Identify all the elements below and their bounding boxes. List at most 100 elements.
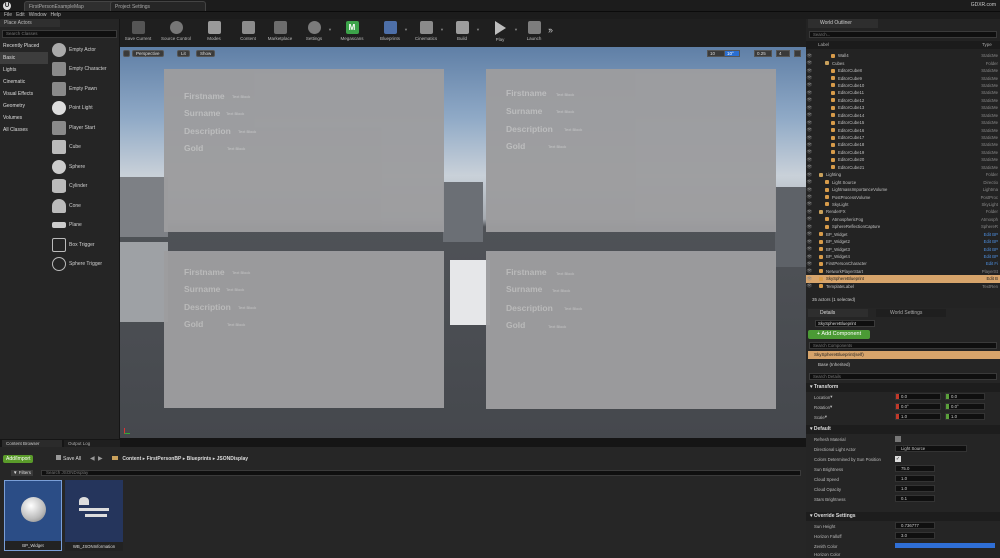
menu-file[interactable]: File — [4, 12, 12, 19]
override-header[interactable]: ▾ Override Settings — [806, 512, 1000, 521]
outliner-row[interactable]: 👁 EditorCube8 StaticMe — [806, 67, 1000, 74]
breadcrumb-firstpersonbp[interactable]: FirstPersonBP — [147, 456, 182, 462]
camera-speed-control[interactable]: 4 — [776, 50, 790, 57]
search-components-input[interactable]: Search Components — [809, 342, 997, 349]
rotation-x-field[interactable]: 0.0° — [895, 403, 941, 410]
back-arrow-icon[interactable]: ◀ — [90, 455, 95, 462]
category-volumes[interactable]: Volumes — [0, 112, 48, 124]
outliner-row[interactable]: 👁 BP_Widget4 Edit BP — [806, 253, 1000, 260]
tab-content-browser[interactable]: Content Browser — [2, 440, 62, 447]
filters-button[interactable]: ▼ Filters — [11, 470, 33, 476]
visibility-eye-icon[interactable]: 👁 — [806, 283, 813, 289]
asset-tile[interactable]: WB_JSONInformation — [65, 480, 123, 551]
visibility-eye-icon[interactable]: 👁 — [806, 105, 813, 111]
forward-arrow-icon[interactable]: ▶ — [98, 455, 103, 462]
visibility-eye-icon[interactable]: 👁 — [806, 75, 813, 81]
outliner-row[interactable]: 👁 EditorCube16 StaticMe — [806, 126, 1000, 133]
add-component-button[interactable]: + Add Component — [808, 330, 870, 339]
colors-checkbox[interactable]: ✓ — [895, 456, 901, 462]
source-control-button[interactable]: Source Control — [158, 21, 194, 45]
category-basic[interactable]: Basic — [0, 52, 48, 64]
menu-edit[interactable]: Edit — [16, 12, 25, 19]
visibility-eye-icon[interactable]: 👁 — [806, 53, 813, 59]
outliner-search-input[interactable]: Search... — [809, 31, 997, 38]
search-classes-input[interactable]: Search Classes — [2, 30, 117, 38]
breadcrumb-jsondisplay[interactable]: JSONDisplay — [217, 456, 248, 462]
visibility-eye-icon[interactable]: 👁 — [806, 179, 813, 185]
outliner-row[interactable]: 👁 TemplateLabel TextRen — [806, 283, 1000, 290]
outliner-row[interactable]: 👁 EditorCube14 StaticMe — [806, 112, 1000, 119]
outliner-row-type[interactable]: Edit BP — [984, 239, 998, 244]
visibility-eye-icon[interactable]: 👁 — [806, 216, 813, 222]
actor-item[interactable]: Cylinder — [52, 177, 118, 197]
sun-height-field[interactable]: 0.736777 — [895, 522, 935, 529]
visibility-eye-icon[interactable]: 👁 — [806, 149, 813, 155]
actor-item[interactable]: Sphere Trigger — [52, 255, 118, 275]
menu-window[interactable]: Window — [29, 12, 47, 19]
outliner-row[interactable]: 👁 EditorCube11 StaticMe — [806, 89, 1000, 96]
save-all-button[interactable]: Save All — [56, 455, 81, 463]
visibility-eye-icon[interactable]: 👁 — [806, 164, 813, 170]
outliner-row[interactable]: 👁 SkySphereBlueprint Edit B — [806, 275, 1000, 283]
viewport-menu-button[interactable] — [123, 50, 130, 57]
visibility-eye-icon[interactable]: 👁 — [806, 276, 813, 282]
asset-tile[interactable]: BP_Widget — [4, 480, 62, 551]
visibility-eye-icon[interactable]: 👁 — [806, 97, 813, 103]
breadcrumb-blueprints[interactable]: Blueprints — [187, 456, 212, 462]
outliner-row[interactable]: 👁 Light Source Directio — [806, 178, 1000, 185]
outliner-row[interactable]: 👁 SkyLight SkyLight — [806, 201, 1000, 208]
megascans-button[interactable]: M Megascans — [334, 21, 370, 45]
scale-x-field[interactable]: 1.0 — [895, 413, 941, 420]
perspective-button[interactable]: Perspective — [132, 50, 164, 57]
outliner-row[interactable]: 👁 Cubes Folder — [806, 59, 1000, 66]
tab-details[interactable]: Details — [808, 309, 868, 317]
blueprints-button[interactable]: Blueprints ▼ — [372, 21, 408, 45]
component-row-base[interactable]: Base (Inherited) — [808, 361, 1000, 369]
save-current-button[interactable]: Save Current — [120, 21, 156, 45]
actor-item[interactable]: Box Trigger — [52, 235, 118, 255]
zenith-color-swatch[interactable] — [895, 543, 995, 548]
outliner-row[interactable]: 👁 EditorCube18 StaticMe — [806, 141, 1000, 148]
rotation-snap-control[interactable]: 10° — [724, 50, 740, 57]
tab-level[interactable]: FirstPersonExampleMap — [24, 1, 120, 11]
visibility-eye-icon[interactable]: 👁 — [806, 172, 813, 178]
outliner-row[interactable]: 👁 EditorCube19 StaticMe — [806, 149, 1000, 156]
horizon-falloff-field[interactable]: 3.0 — [895, 532, 935, 539]
tab-output-log[interactable]: Output Log — [64, 440, 120, 447]
search-details-input[interactable]: Search Details — [809, 373, 997, 380]
outliner-row[interactable]: 👁 PostProcessVolume PostProc — [806, 193, 1000, 200]
outliner-row[interactable]: 👁 Lighting Folder — [806, 171, 1000, 178]
cinematics-button[interactable]: Cinematics ▼ — [408, 21, 444, 45]
outliner-row-type[interactable]: Edit B — [987, 276, 998, 281]
more-chevron-icon[interactable]: » — [548, 25, 553, 35]
refresh-checkbox[interactable] — [895, 436, 901, 442]
visibility-eye-icon[interactable]: 👁 — [806, 142, 813, 148]
outliner-tab[interactable]: World Outliner — [808, 19, 878, 28]
actor-item[interactable]: Empty Pawn — [52, 79, 118, 99]
visibility-eye-icon[interactable]: 👁 — [806, 90, 813, 96]
visibility-eye-icon[interactable]: 👁 — [806, 239, 813, 245]
category-lights[interactable]: Lights — [0, 64, 48, 76]
category-cinematic[interactable]: Cinematic — [0, 76, 48, 88]
visibility-eye-icon[interactable]: 👁 — [806, 246, 813, 252]
component-row-selected[interactable]: SkySphereBlueprint(self) — [808, 351, 1000, 359]
actor-item[interactable]: Player Start — [52, 118, 118, 138]
outliner-row[interactable]: 👁 EditorCube9 StaticMe — [806, 74, 1000, 81]
outliner-row[interactable]: 👁 EditorCube12 StaticMe — [806, 97, 1000, 104]
transform-header[interactable]: ▾ Transform — [806, 383, 1000, 392]
visibility-eye-icon[interactable]: 👁 — [806, 157, 813, 163]
content-button[interactable]: Content — [230, 21, 266, 45]
visibility-eye-icon[interactable]: 👁 — [806, 60, 813, 66]
actor-item[interactable]: Empty Actor — [52, 40, 118, 60]
outliner-row[interactable]: 👁 RenderFX Folder — [806, 208, 1000, 215]
tab-world-settings[interactable]: World Settings — [876, 309, 946, 317]
scale-y-field[interactable]: 1.0 — [945, 413, 985, 420]
visibility-eye-icon[interactable]: 👁 — [806, 135, 813, 141]
cloud-speed-field[interactable]: 1.0 — [895, 475, 935, 482]
outliner-row[interactable]: 👁 EditorCube10 StaticMe — [806, 82, 1000, 89]
visibility-eye-icon[interactable]: 👁 — [806, 231, 813, 237]
menu-help[interactable]: Help — [50, 12, 60, 19]
outliner-row[interactable]: 👁 LightmassImportanceVolume Lightma — [806, 186, 1000, 193]
actor-item[interactable]: Point Light — [52, 99, 118, 119]
default-header[interactable]: ▾ Default — [806, 425, 1000, 434]
